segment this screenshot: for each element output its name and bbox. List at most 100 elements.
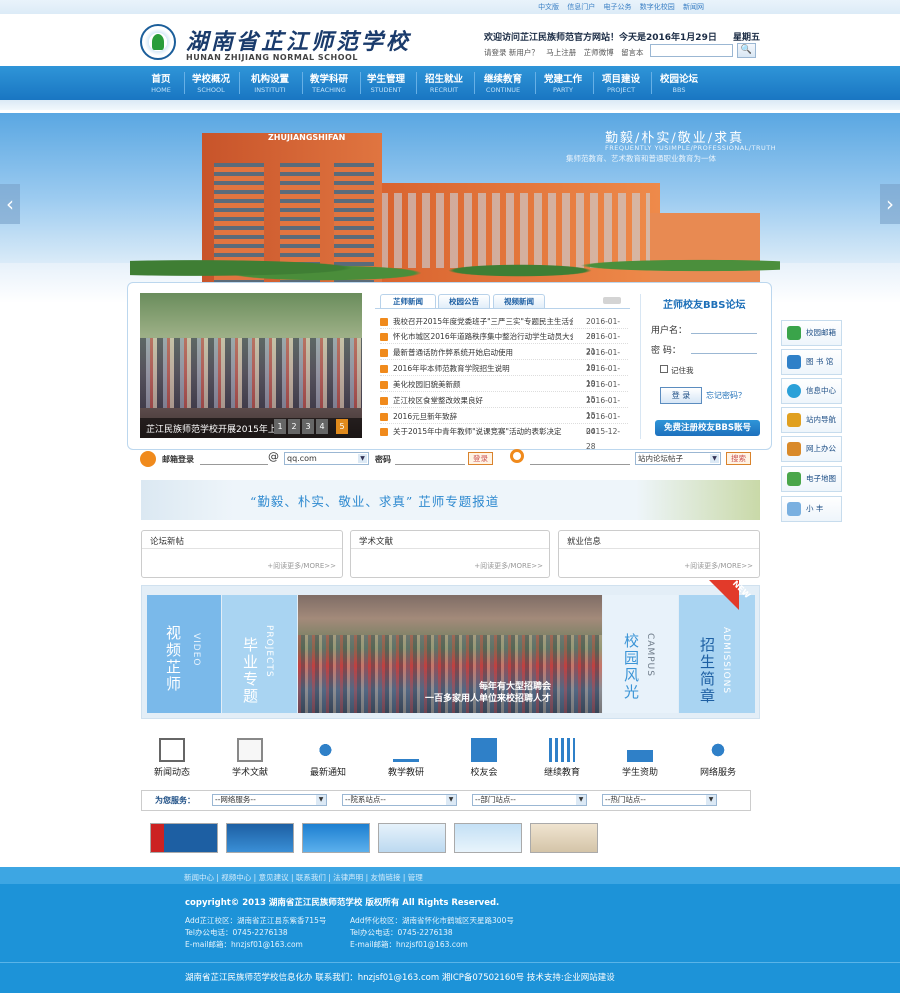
news-item[interactable]: 美化校园旧貌美新颜 2016-01-15 (380, 377, 628, 404)
nav-project[interactable]: 项目建设 PROJECT (598, 71, 644, 97)
academic-box: 学术文献 +阅读更多/MORE>> (350, 530, 550, 578)
slide-page[interactable]: 1 (274, 419, 286, 434)
footer-links[interactable]: 新闻中心 | 视频中心 | 意见建议 | 联系我们 | 法律声明 | 友情链接 … (184, 872, 423, 883)
nav-recruit[interactable]: 招生就业 RECRUIT (421, 71, 467, 97)
top-link-egov[interactable]: 电子公务 (604, 3, 632, 11)
nav-label-en: TEACHING (312, 86, 346, 94)
news-item[interactable]: 怀化市城区2016年道路秩序集中整治行动学生动员大会 2016-01-21 (380, 329, 628, 356)
mail-password-field[interactable] (395, 464, 465, 465)
feature-campus[interactable]: 校园风光 CAMPUS (603, 595, 678, 713)
search-scope-select[interactable]: 站内论坛帖子 ▼ (635, 452, 721, 465)
top-link-digital-campus[interactable]: 数字化校园 (640, 3, 675, 11)
quick-continuing[interactable]: 继续教育 (524, 738, 600, 778)
nav-continue[interactable]: 继续教育 CONTINUE (478, 71, 528, 97)
mail-domain-select[interactable]: qq.com ▼ (284, 452, 369, 465)
login-button[interactable]: 登 录 (660, 387, 702, 404)
side-xiaofeng[interactable]: 小 丰 (781, 496, 842, 522)
feature-video[interactable]: 视频芷师 VIDEO (147, 595, 221, 713)
news-item[interactable]: 2016年毕本师范教育学院招生说明 2016-01-19 (380, 361, 628, 388)
news-item[interactable]: 我校召开2015年度党委班子"三严三实"专题民主生活会 2016-01-28 (380, 314, 628, 341)
read-more-link[interactable]: +阅读更多/MORE>> (474, 561, 543, 571)
feature-admissions[interactable]: 招生简章 ADMISSIONS (679, 595, 755, 713)
nav-home[interactable]: 首页 HOME (145, 71, 177, 97)
guestbook-link[interactable]: 留言本 (621, 48, 644, 57)
mail-login-button[interactable]: 登录 (468, 452, 493, 465)
partner-logo[interactable] (530, 823, 598, 853)
office-sites-select[interactable]: --部门站点-- ▼ (472, 794, 587, 806)
chevron-down-icon: ▼ (706, 795, 716, 805)
forum-search-button[interactable]: 搜索 (726, 452, 751, 465)
nav-institutions[interactable]: 机构设置 INSTITUTI (245, 71, 295, 97)
register-link[interactable]: 马上注册 (546, 48, 576, 57)
popular-sites-select[interactable]: --热门站点-- ▼ (602, 794, 717, 806)
news-item[interactable]: 最新普通话防作弊系统开始启动使用 2016-01-19 (380, 345, 628, 372)
footer-divider (0, 962, 900, 963)
chevron-right-icon[interactable]: › (880, 184, 900, 224)
forgot-password-link[interactable]: 忘记密码？ (706, 390, 746, 401)
read-more-link[interactable]: +阅读更多/MORE>> (684, 561, 753, 571)
department-sites-select[interactable]: --院系站点-- ▼ (342, 794, 457, 806)
mail-username-field[interactable] (200, 464, 268, 465)
nav-school[interactable]: 学校概况 SCHOOL (189, 71, 233, 97)
side-campus-mail[interactable]: 校园邮箱 (781, 320, 842, 346)
site-search-input[interactable] (650, 44, 733, 57)
vocational-logo[interactable] (378, 823, 446, 853)
side-map[interactable]: 电子地图 (781, 466, 842, 492)
side-site-nav[interactable]: 站内导航 (781, 407, 842, 433)
hunan-edu-dept-logo[interactable] (302, 823, 370, 853)
top-link-news[interactable]: 新闻网 (683, 3, 704, 11)
slideshow-photo[interactable] (140, 293, 362, 438)
nav-student[interactable]: 学生管理 STUDENT (363, 71, 409, 97)
nav-party[interactable]: 党建工作 PARTY (540, 71, 586, 97)
news-item[interactable]: 芷江校区食堂整改效果良好 2016-01-15 (380, 393, 628, 420)
weibo-link[interactable]: 芷师微博 (584, 48, 614, 57)
search-icon[interactable]: 🔍 (737, 43, 756, 58)
school-logo-icon[interactable] (140, 24, 176, 60)
slide-page[interactable]: 2 (288, 419, 300, 434)
hunan-education-logo[interactable] (226, 823, 294, 853)
footer-bottom: 湖南省芷江民族师范学校信息化办 联系我们：hnzjsf01@163.com 湘I… (185, 973, 615, 983)
quick-news[interactable]: 新闻动态 (134, 738, 210, 778)
quick-academic[interactable]: 学术文献 (212, 738, 288, 778)
slide-page[interactable]: 3 (302, 419, 314, 434)
top-link-portal[interactable]: 信息门户 (567, 3, 595, 11)
exam-institute-logo[interactable] (454, 823, 522, 853)
feature-title: 校园风光 (622, 633, 640, 701)
side-office[interactable]: 网上办公 (781, 436, 842, 462)
username-field[interactable] (691, 333, 757, 334)
slide-page-active[interactable]: 5 (336, 419, 348, 434)
quick-alumni[interactable]: 校友会 (446, 738, 522, 778)
tab-school-news[interactable]: 芷师新闻 (380, 294, 436, 308)
quick-notices[interactable]: 最新通知 (290, 738, 366, 778)
slide-page[interactable]: 4 (316, 419, 328, 434)
news-item[interactable]: 2016元旦新年致辞 2016-01-04 (380, 409, 628, 436)
more-button[interactable] (603, 297, 621, 304)
quick-network[interactable]: 网络服务 (680, 738, 756, 778)
tab-video-news[interactable]: 视频新闻 (493, 294, 545, 308)
login-link[interactable]: 请登录 新用户？ (484, 48, 539, 57)
news-item[interactable]: 关于2015年中青年教师"说课竞赛"活动的表彰决定 2015-12-28 (380, 424, 628, 451)
side-label: 站内导航 (806, 415, 836, 424)
register-bbs-button[interactable]: 免费注册校友BBS账号 (655, 420, 760, 436)
quick-label: 最新通知 (309, 768, 346, 778)
side-library[interactable]: 图 书 馆 (781, 349, 842, 375)
tab-notices[interactable]: 校园公告 (438, 294, 490, 308)
select-value: --部门站点-- (475, 795, 516, 804)
box-divider (559, 548, 759, 549)
feature-graduation[interactable]: 毕业专题 PROJECTS (222, 595, 297, 713)
nav-divider (184, 72, 185, 94)
side-info-center[interactable]: 信息中心 (781, 378, 842, 404)
chevron-down-icon: ▼ (576, 795, 586, 805)
network-service-select[interactable]: --网络服务-- ▼ (212, 794, 327, 806)
forum-search-input[interactable] (530, 464, 630, 465)
password-field[interactable] (691, 353, 757, 354)
read-more-link[interactable]: +阅读更多/MORE>> (267, 561, 336, 571)
nav-teaching[interactable]: 教学科研 TEACHING (305, 71, 353, 97)
top-link-chinese[interactable]: 中文版 (538, 3, 559, 11)
quick-teaching[interactable]: 教学教研 (368, 738, 444, 778)
chevron-left-icon[interactable]: ‹ (0, 184, 20, 224)
nav-bbs[interactable]: 校园论坛 BBS (656, 71, 702, 97)
remember-checkbox[interactable] (660, 365, 668, 373)
quick-aid[interactable]: 学生资助 (602, 738, 678, 778)
ministry-education-logo[interactable] (150, 823, 218, 853)
